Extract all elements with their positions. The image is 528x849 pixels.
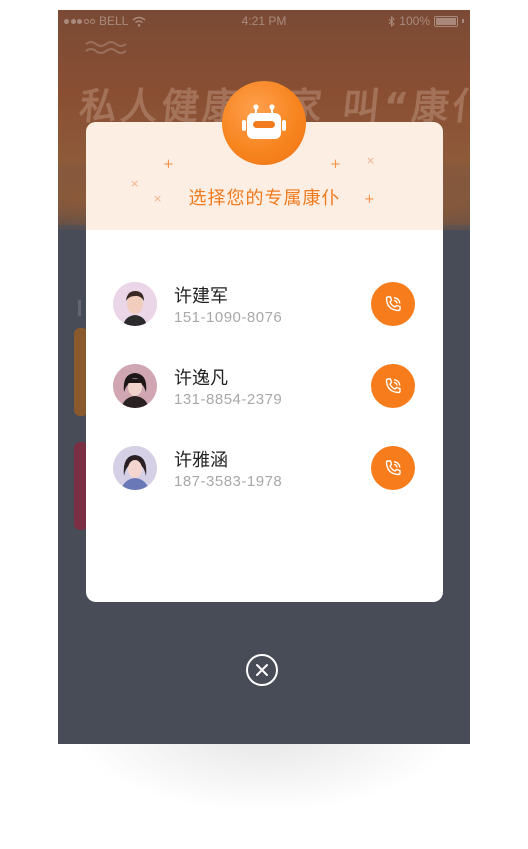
contact-phone: 131-8854-2379	[174, 391, 283, 408]
call-button[interactable]	[371, 446, 415, 490]
contact-item[interactable]: 许建军 151-1090-8076	[113, 282, 418, 330]
contact-dialog: + × × + × + 选择您的专属康仆 许建军 151-1090-8076 许…	[86, 122, 443, 602]
phone-call-icon	[385, 378, 401, 394]
contact-phone: 151-1090-8076	[174, 309, 283, 326]
call-button[interactable]	[371, 364, 415, 408]
battery-percent: 100%	[399, 14, 430, 28]
contact-phone: 187-3583-1978	[174, 473, 283, 490]
call-button[interactable]	[371, 282, 415, 326]
avatar	[113, 364, 157, 408]
contact-item[interactable]: 许逸凡 131-8854-2379	[113, 364, 418, 412]
status-bar: BELL 4:21 PM 100%	[58, 10, 470, 32]
sparkle-x-icon: ×	[366, 154, 376, 167]
screen: 私人健康管家 叫“康仆” BELL 4:21 PM 100% + × × + ×…	[0, 0, 528, 849]
sparkle-plus-icon: +	[330, 157, 341, 172]
contact-name: 许建军	[174, 286, 228, 307]
contact-name: 许逸凡	[174, 368, 228, 389]
background-divider	[78, 300, 81, 316]
battery-icon	[434, 15, 458, 27]
robot-badge	[222, 81, 306, 165]
sparkle-plus-icon: +	[163, 157, 174, 172]
phone-frame: 私人健康管家 叫“康仆” BELL 4:21 PM 100% + × × + ×…	[58, 10, 470, 744]
dialog-title: 选择您的专属康仆	[188, 188, 341, 209]
status-right: 100%	[388, 14, 464, 28]
contact-item[interactable]: 许雅涵 187-3583-1978	[113, 446, 418, 494]
close-button[interactable]	[246, 654, 278, 686]
bluetooth-icon	[388, 15, 396, 27]
wave-icon	[85, 41, 127, 54]
avatar	[113, 446, 157, 490]
phone-call-icon	[385, 460, 401, 476]
phone-call-icon	[385, 296, 401, 312]
contact-name: 许雅涵	[174, 450, 228, 471]
avatar	[113, 282, 157, 326]
battery-tip	[462, 19, 464, 23]
close-icon	[256, 664, 268, 676]
robot-icon	[242, 104, 286, 139]
